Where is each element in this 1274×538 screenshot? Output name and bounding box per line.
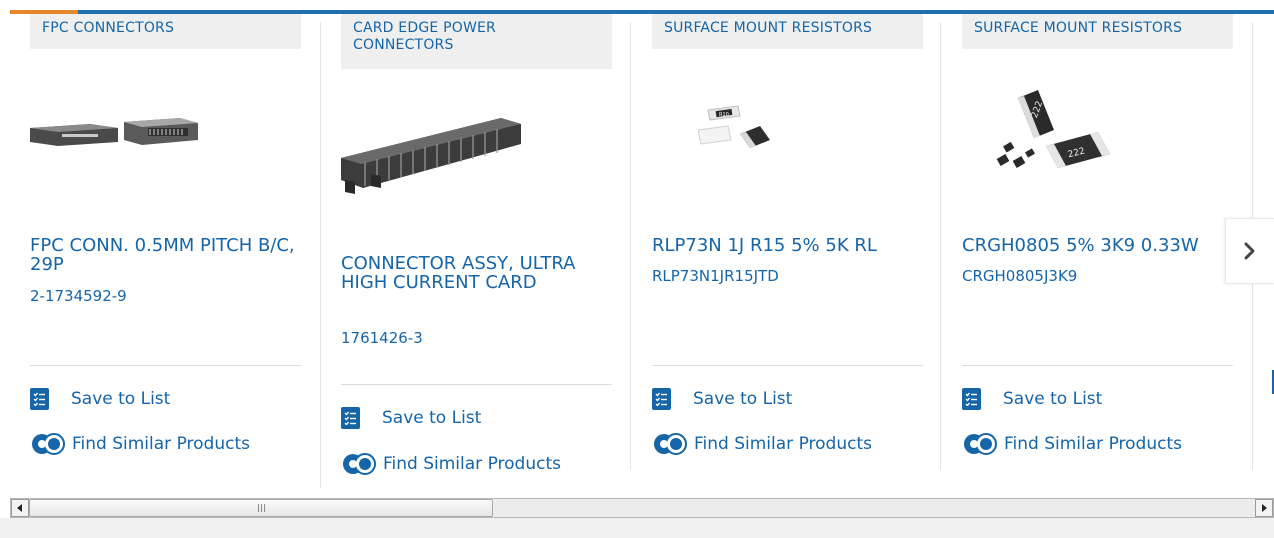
product-title-link[interactable]: CRGH0805 5% 3K9 0.33W xyxy=(962,236,1242,255)
horizontal-scrollbar[interactable] xyxy=(10,498,1274,518)
checklist-icon xyxy=(962,388,981,410)
save-to-list-button[interactable]: Save to List xyxy=(341,407,481,429)
save-to-list-label: Save to List xyxy=(1003,389,1103,409)
product-title-link[interactable]: RLP73N 1J R15 5% 5K RL xyxy=(652,236,932,255)
similar-products-icon xyxy=(652,432,688,456)
save-to-list-button[interactable]: Save to List xyxy=(30,388,170,410)
category-label[interactable]: FPC CONNECTORS xyxy=(30,14,301,49)
page-bottom-strip xyxy=(0,518,1274,538)
save-to-list-label: Save to List xyxy=(71,389,171,409)
product-title-link[interactable]: CONNECTOR ASSY, ULTRA HIGH CURRENT CARD xyxy=(341,254,621,292)
chevron-right-icon xyxy=(1244,242,1255,260)
save-to-list-button[interactable]: Save to List xyxy=(962,388,1102,410)
card-edge-connector-image[interactable] xyxy=(341,110,521,200)
find-similar-label: Find Similar Products xyxy=(1004,434,1182,454)
scroll-left-button[interactable] xyxy=(11,499,29,517)
category-label[interactable]: CARD EDGE POWER CONNECTORS xyxy=(341,14,612,69)
carousel-track: FPC CONNECTORS FPC CONN. 0.5MM PITCH B/C… xyxy=(10,14,1274,490)
product-card: FPC CONNECTORS FPC CONN. 0.5MM PITCH B/C… xyxy=(10,14,320,490)
save-to-list-button[interactable]: Save to List xyxy=(652,388,792,410)
product-carousel: FPC CONNECTORS FPC CONN. 0.5MM PITCH B/C… xyxy=(0,0,1274,538)
card-separator xyxy=(341,384,612,385)
find-similar-button[interactable]: Find Similar Products xyxy=(962,432,1182,456)
find-similar-button[interactable]: Find Similar Products xyxy=(652,432,872,456)
category-label[interactable]: SURFACE MOUNT RESISTORS xyxy=(652,14,923,49)
card-divider xyxy=(630,22,631,470)
smd-resistor-image[interactable]: 222 222 xyxy=(988,84,1118,184)
smd-resistor-image[interactable]: R10 xyxy=(698,104,778,159)
similar-products-icon xyxy=(30,432,66,456)
scrollbar-thumb[interactable] xyxy=(29,499,493,517)
part-number-link[interactable]: CRGH0805J3K9 xyxy=(962,267,1077,285)
card-separator xyxy=(652,365,923,366)
grip-icon xyxy=(257,504,265,512)
checklist-icon xyxy=(652,388,671,410)
category-label[interactable]: SURFACE MOUNT RESISTORS xyxy=(962,14,1233,49)
scroll-right-button[interactable] xyxy=(1255,499,1273,517)
triangle-right-icon xyxy=(1262,504,1267,512)
product-card: SURFACE MOUNT RESISTORS R10 RLP73N 1J R1… xyxy=(632,14,942,490)
find-similar-label: Find Similar Products xyxy=(694,434,872,454)
product-card: CARD EDGE POWER CONNECTORS CONNECTOR ASS… xyxy=(321,14,631,490)
similar-products-icon xyxy=(341,452,377,476)
find-similar-button[interactable]: Find Similar Products xyxy=(30,432,250,456)
find-similar-label: Find Similar Products xyxy=(383,454,561,474)
save-to-list-label: Save to List xyxy=(693,389,793,409)
checklist-icon xyxy=(341,407,360,429)
find-similar-label: Find Similar Products xyxy=(72,434,250,454)
resistor-marking: R10 xyxy=(719,112,729,118)
checklist-icon xyxy=(30,388,49,410)
card-separator xyxy=(30,365,301,366)
fpc-connector-image[interactable] xyxy=(30,114,205,154)
find-similar-button[interactable]: Find Similar Products xyxy=(341,452,561,476)
part-number-link[interactable]: 2-1734592-9 xyxy=(30,287,127,305)
triangle-left-icon xyxy=(17,504,22,512)
carousel-next-button[interactable] xyxy=(1225,218,1274,284)
part-number-link[interactable]: 1761426-3 xyxy=(341,329,423,347)
save-to-list-label: Save to List xyxy=(382,408,482,428)
similar-products-icon xyxy=(962,432,998,456)
part-number-link[interactable]: RLP73N1JR15JTD xyxy=(652,267,779,285)
card-separator xyxy=(962,365,1233,366)
card-divider xyxy=(940,22,941,470)
product-title-link[interactable]: FPC CONN. 0.5MM PITCH B/C, 29P xyxy=(30,236,310,274)
product-card: SURFACE MOUNT RESISTORS 222 222 CRGH0805… xyxy=(942,14,1252,490)
